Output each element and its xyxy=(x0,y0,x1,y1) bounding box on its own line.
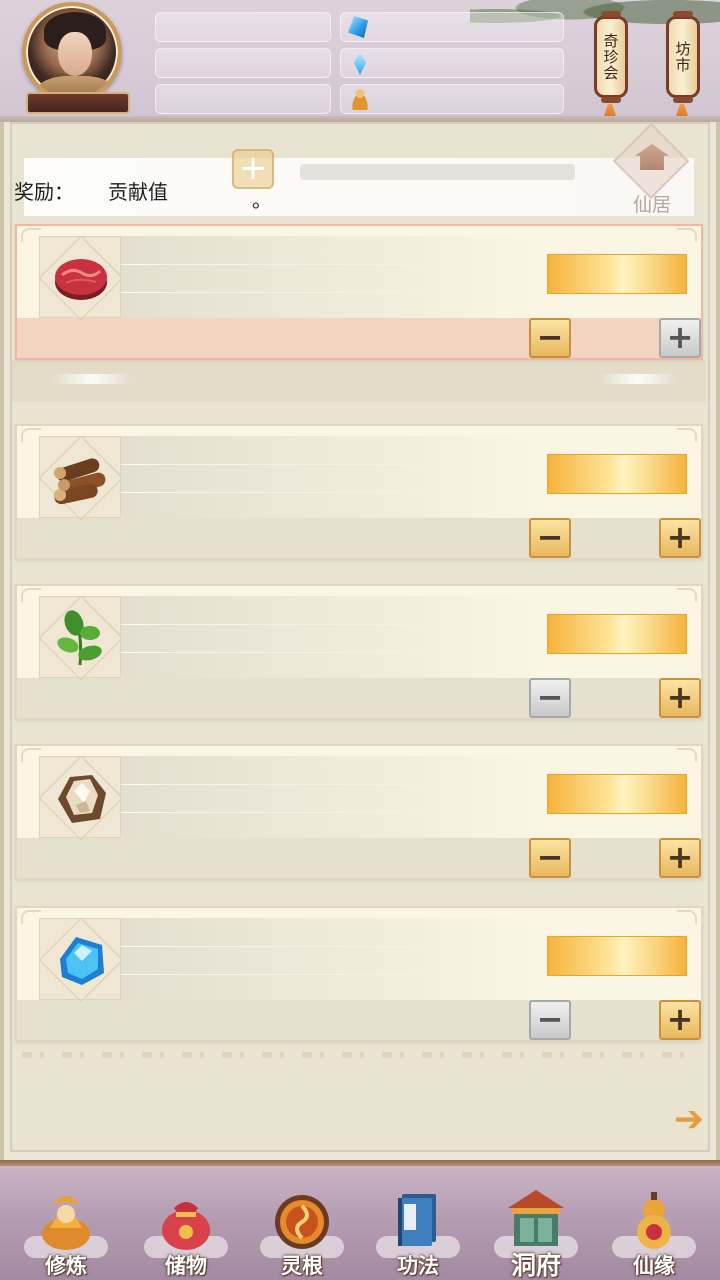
reward-value: 贡献值 xyxy=(108,180,168,204)
item-slot xyxy=(39,918,121,1000)
increase-button[interactable]: + xyxy=(659,518,701,558)
treasure-fair-button[interactable]: 奇珍会 xyxy=(594,11,628,103)
item-info-area xyxy=(121,436,541,518)
item-info-area xyxy=(121,756,541,838)
nav-label: 灵根 xyxy=(281,1254,323,1278)
nav-label: 储物 xyxy=(165,1254,207,1278)
item-amount-pill xyxy=(547,774,687,814)
player-name-plate xyxy=(26,92,130,114)
item-amount-pill xyxy=(547,936,687,976)
spirit-root-icon xyxy=(275,1195,329,1249)
meditation-icon xyxy=(42,1196,90,1250)
nav-label: 仙缘 xyxy=(633,1254,675,1278)
player-avatar[interactable] xyxy=(18,2,130,114)
card-bottom-bar xyxy=(17,318,701,358)
top-header: 奇珍会 坊市 xyxy=(0,0,720,128)
decrease-button[interactable]: − xyxy=(529,678,571,718)
decrease-button[interactable]: − xyxy=(529,518,571,558)
reward-suffix: 。 xyxy=(252,188,272,212)
increase-button[interactable]: + xyxy=(659,318,701,358)
technique-book-icon xyxy=(398,1194,436,1246)
spirit-stone-bar xyxy=(340,12,564,42)
avatar-portrait xyxy=(22,2,122,102)
next-page-arrow-icon[interactable]: ➔ xyxy=(672,1100,706,1140)
resource-bar-3 xyxy=(155,84,331,114)
immortal-residence-button[interactable]: 仙居 xyxy=(612,122,692,216)
decrease-button[interactable]: − xyxy=(529,318,571,358)
nav-spirit-root[interactable]: 灵根 xyxy=(252,1180,352,1280)
item-info-area xyxy=(121,596,541,678)
nav-cultivate[interactable]: 修炼 xyxy=(16,1180,116,1280)
item-amount-pill xyxy=(547,614,687,654)
resource-bar-2 xyxy=(155,48,331,78)
item-card-herb[interactable]: − + xyxy=(15,584,703,720)
card-bottom-bar xyxy=(17,518,701,558)
nav-fate[interactable]: 仙缘 xyxy=(604,1180,704,1280)
decrease-button[interactable]: − xyxy=(529,1000,571,1040)
item-card-wood[interactable]: − + xyxy=(15,424,703,560)
blue-crystal-icon xyxy=(60,937,104,985)
item-info-area xyxy=(121,236,541,318)
increase-button[interactable]: + xyxy=(659,678,701,718)
market-button[interactable]: 坊市 xyxy=(666,11,700,103)
selection-detail-strip xyxy=(12,360,706,402)
ore-icon xyxy=(58,775,106,823)
resource-bar-1 xyxy=(155,12,331,42)
nav-label: 修炼 xyxy=(45,1254,87,1278)
reward-label: 奖励： xyxy=(14,180,74,204)
nav-label: 功法 xyxy=(397,1254,439,1278)
decrease-button[interactable]: − xyxy=(529,838,571,878)
cultivator-bar xyxy=(340,84,564,114)
storage-bag-icon xyxy=(162,1202,210,1250)
item-slot xyxy=(39,436,121,518)
herb-icon xyxy=(57,610,102,666)
item-slot xyxy=(39,236,121,318)
item-card-meat[interactable]: − + xyxy=(15,224,703,360)
nav-technique[interactable]: 功法 xyxy=(368,1180,468,1280)
item-card-crystal[interactable]: − + xyxy=(15,906,703,1042)
cave-dwelling-icon xyxy=(508,1190,564,1246)
item-amount-pill xyxy=(547,254,687,294)
reward-progress-bar xyxy=(300,164,575,180)
spirit-crystal-icon xyxy=(348,51,372,75)
meat-icon xyxy=(55,259,107,300)
increase-button[interactable]: + xyxy=(659,1000,701,1040)
gourd-icon xyxy=(637,1192,671,1249)
item-slot xyxy=(39,596,121,678)
card-bottom-bar xyxy=(17,1000,701,1040)
ornament-divider xyxy=(22,1052,698,1058)
nav-cave-dwelling[interactable]: 洞府 xyxy=(486,1180,586,1280)
spirit-stone-icon xyxy=(346,15,370,39)
item-card-ore[interactable]: − + xyxy=(15,744,703,880)
item-amount-pill xyxy=(547,454,687,494)
nav-storage[interactable]: 储物 xyxy=(136,1180,236,1280)
add-reward-button[interactable]: + xyxy=(232,149,274,189)
bottom-navigation: 修炼 储物 灵根 功法 洞府 仙缘 xyxy=(0,1160,720,1280)
card-bottom-bar xyxy=(17,678,701,718)
cultivator-icon xyxy=(348,87,372,111)
immortal-residence-label: 仙居 xyxy=(632,194,671,216)
item-slot xyxy=(39,756,121,838)
wood-logs-icon xyxy=(54,458,106,505)
nav-label: 洞府 xyxy=(510,1251,561,1280)
card-bottom-bar xyxy=(17,838,701,878)
item-info-area xyxy=(121,918,541,1000)
increase-button[interactable]: + xyxy=(659,838,701,878)
spirit-crystal-bar xyxy=(340,48,564,78)
